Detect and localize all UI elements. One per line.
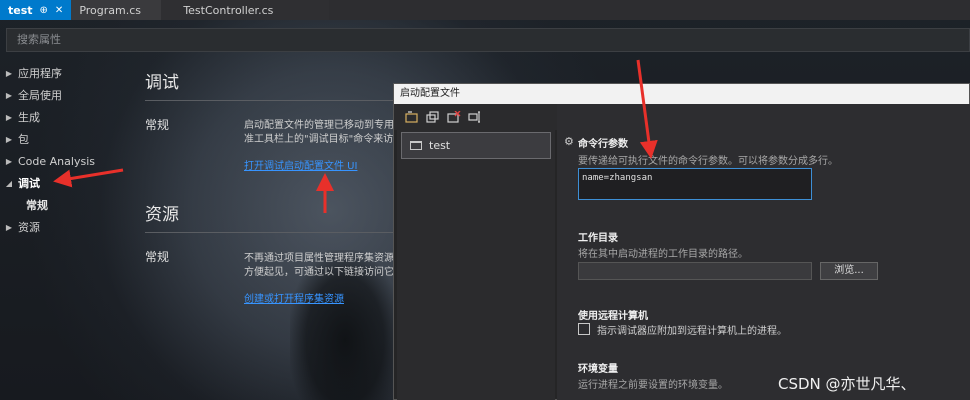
tab-test[interactable]: test ⊕ ✕ (0, 0, 72, 20)
debug-description-line1: 启动配置文件的管理已移动到专用对 (244, 120, 394, 131)
cmd-args-description: 要传递给可执行文件的命令行参数。可以将参数分成多行。 (578, 156, 838, 167)
window-icon (410, 141, 422, 150)
section-title-debug: 调试 (145, 73, 179, 93)
nav-subitem-label: 常规 (26, 199, 48, 212)
nav-item-label: Code Analysis (18, 154, 95, 168)
env-vars-title: 环境变量 (578, 364, 618, 375)
chevron-right-icon: ▶ (5, 156, 13, 166)
row-label-general: 常规 (145, 118, 170, 132)
cmd-args-title: 命令行参数 (578, 139, 628, 150)
dialog-title: 启动配置文件 (394, 84, 969, 104)
nav-item-label: 应用程序 (18, 67, 62, 80)
nav-item-package[interactable]: ▶ 包 (0, 128, 130, 150)
working-dir-input[interactable] (578, 262, 812, 280)
search-properties-input[interactable]: 搜索属性 (6, 28, 970, 52)
chevron-right-icon: ▶ (5, 112, 13, 122)
nav-subitem-general[interactable]: 常规 (0, 194, 130, 216)
tab-program-cs[interactable]: Program.cs (71, 0, 162, 20)
profile-list: test (397, 130, 555, 400)
chevron-right-icon: ▶ (5, 222, 13, 232)
document-tabs: test ⊕ ✕ Program.cs TestController.cs (0, 0, 970, 20)
chevron-right-icon: ▶ (5, 90, 13, 100)
tab-testcontroller-cs[interactable]: TestController.cs (161, 0, 330, 20)
resources-description-line2: 方便起见，可通过以下链接访问它。 (244, 267, 394, 278)
create-open-resources-link[interactable]: 创建或打开程序集资源 (244, 290, 344, 305)
resources-description-line1: 不再通过项目属性管理程序集资源。 (244, 253, 394, 264)
nav-item-label: 调试 (18, 177, 40, 190)
launch-profiles-dialog: 启动配置文件 test ⚙ 命令行参数 要传递给可执行文件的命令行参数。可以将参… (393, 83, 970, 400)
gear-icon: ⚙ (564, 135, 574, 148)
nav-item-code-analysis[interactable]: ▶ Code Analysis (0, 150, 130, 172)
remote-machine-checkbox-label: 指示调试器应附加到远程计算机上的进程。 (597, 326, 787, 337)
close-icon[interactable]: ✕ (55, 5, 63, 16)
nav-item-global-usings[interactable]: ▶ 全局使用 (0, 84, 130, 106)
remote-machine-title: 使用远程计算机 (578, 311, 648, 322)
section-divider (145, 232, 395, 233)
nav-item-build[interactable]: ▶ 生成 (0, 106, 130, 128)
nav-item-label: 资源 (18, 221, 40, 234)
profile-item-label: test (429, 139, 451, 152)
chevron-right-icon: ▶ (5, 134, 13, 144)
cmd-args-input[interactable]: name=zhangsan (578, 168, 812, 200)
watermark: CSDN @亦世凡华、 (778, 375, 916, 393)
profiles-toolbar (394, 104, 557, 130)
browse-button[interactable]: 浏览... (820, 262, 878, 280)
remote-machine-checkbox[interactable] (578, 323, 590, 335)
tab-label: Program.cs (79, 3, 141, 17)
section-divider (145, 100, 395, 101)
row-label-general: 常规 (145, 250, 170, 264)
env-vars-description: 运行进程之前要设置的环境变量。 (578, 380, 728, 391)
working-dir-title: 工作目录 (578, 233, 618, 244)
open-debug-launch-profiles-link[interactable]: 打开调试启动配置文件 UI (244, 157, 357, 172)
chevron-down-icon: ◢ (5, 178, 13, 188)
nav-item-resources[interactable]: ▶ 资源 (0, 216, 130, 238)
working-dir-description: 将在其中启动进程的工作目录的路径。 (578, 249, 748, 260)
chevron-right-icon: ▶ (5, 68, 13, 78)
nav-item-label: 包 (18, 133, 29, 146)
profile-item-test[interactable]: test (401, 132, 551, 159)
new-profile-icon[interactable] (404, 111, 419, 124)
rename-profile-icon[interactable] (467, 111, 482, 124)
nav-item-debug[interactable]: ◢ 调试 (0, 172, 130, 194)
nav-item-label: 生成 (18, 111, 40, 124)
tab-label: TestController.cs (183, 3, 274, 17)
debug-description-line2: 准工具栏上的"调试目标"命令来访问 (244, 134, 394, 145)
pin-icon[interactable]: ⊕ (40, 5, 48, 16)
delete-profile-icon[interactable] (446, 111, 461, 124)
tab-label: test (8, 3, 33, 17)
profile-properties: ⚙ 命令行参数 要传递给可执行文件的命令行参数。可以将参数分成多行。 name=… (557, 104, 970, 400)
section-title-resources: 资源 (145, 205, 179, 225)
property-nav: ▶ 应用程序 ▶ 全局使用 ▶ 生成 ▶ 包 ▶ Code Analysis ◢… (0, 62, 130, 238)
nav-item-label: 全局使用 (18, 89, 62, 102)
copy-profile-icon[interactable] (425, 111, 440, 124)
nav-item-application[interactable]: ▶ 应用程序 (0, 62, 130, 84)
